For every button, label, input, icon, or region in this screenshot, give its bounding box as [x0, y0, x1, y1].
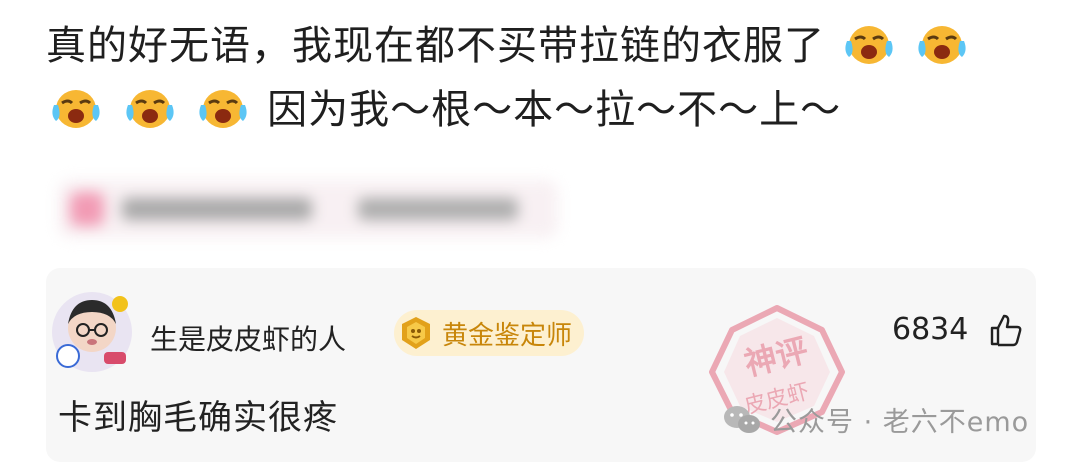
- badge-label: 黄金鉴定师: [442, 320, 573, 351]
- blurred-link-preview: [58, 180, 558, 238]
- wechat-icon: [724, 405, 760, 433]
- crying-face-emoji-icon: [918, 26, 967, 64]
- wechat-watermark: 公众号 · 老六不emo: [722, 400, 1029, 439]
- crying-face-emoji-icon: [199, 90, 248, 128]
- post-line-2: 因为我～根～本～拉～不～上～: [46, 78, 1046, 142]
- post-line-1: 真的好无语，我现在都不买带拉链的衣服了: [46, 14, 1046, 78]
- avatar[interactable]: [50, 290, 134, 374]
- watermark-text: 公众号 · 老六不emo: [770, 407, 1030, 438]
- comment-text: 卡到胸毛确实很疼: [58, 398, 338, 438]
- crying-face-emoji-icon: [845, 26, 893, 64]
- identity-badge: 黄金鉴定师: [394, 310, 585, 356]
- post-text: 真的好无语，我现在都不买带拉链的衣服了 因为我～根～本～拉～不～上～: [46, 14, 1046, 142]
- blurred-text-1: [122, 198, 312, 220]
- crying-face-emoji-icon: [126, 90, 174, 128]
- blurred-text-2: [358, 198, 518, 220]
- post-line-1-text: 真的好无语，我现在都不买带拉链的衣服了: [46, 23, 825, 69]
- comment-username[interactable]: 生是皮皮虾的人: [150, 318, 346, 358]
- crying-face-emoji-icon: [52, 90, 100, 128]
- post-line-2-text: 因为我～根～本～拉～不～上～: [267, 87, 842, 133]
- badge-medal-icon: [402, 317, 430, 349]
- blurred-icon: [70, 192, 104, 226]
- like-count: 6834: [892, 312, 969, 347]
- thumbs-up-icon[interactable]: [988, 312, 1024, 348]
